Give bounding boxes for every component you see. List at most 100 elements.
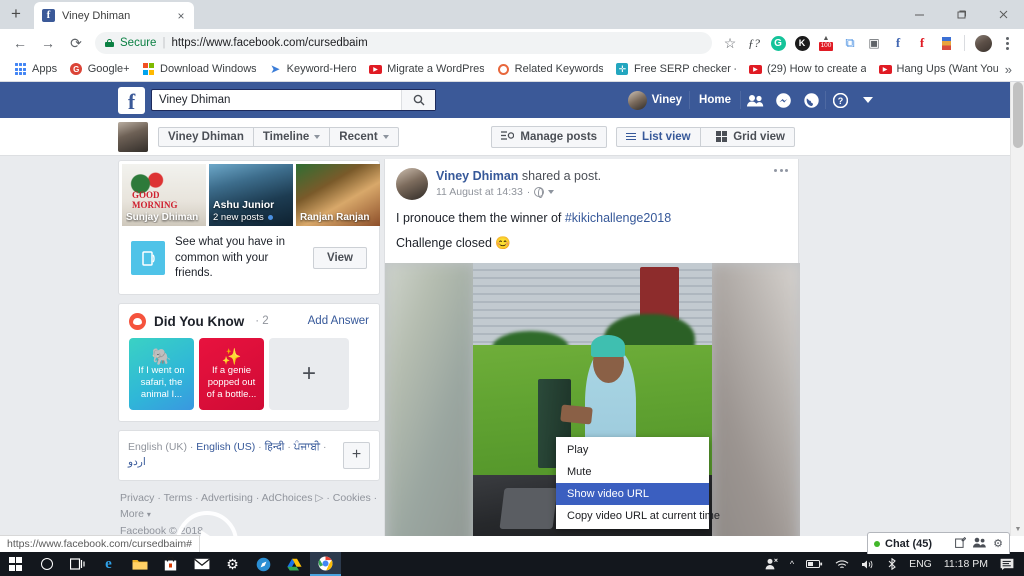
profile-avatar-icon[interactable] [972,32,994,54]
scrollbar-thumb[interactable] [1013,82,1023,148]
seo-counter-icon[interactable]: ▲ 100 [815,32,837,54]
language-hindi[interactable]: हिन्दी [265,441,285,453]
footer-privacy[interactable]: Privacy [120,492,154,504]
facebook-extension-icon[interactable]: f [911,32,933,54]
bookmark-migrate-wordpress[interactable]: ▶ Migrate a WordPres [363,61,490,78]
google-drive-icon[interactable] [279,552,310,576]
chrome-icon[interactable] [310,552,341,576]
friend-tile[interactable]: GOOD MORNING Sunjay Dhiman [122,164,206,226]
bookmark-apps[interactable]: Apps [8,61,63,78]
bookmark-download-windows[interactable]: Download Windows [136,61,262,78]
footer-advertising[interactable]: Advertising [201,492,253,504]
scroll-down-icon[interactable]: ▼ [1011,522,1024,536]
language-english-uk[interactable]: English (UK) [128,441,187,453]
notifications-icon[interactable] [797,88,825,112]
address-bar[interactable]: Secure | https://www.facebook.com/cursed… [95,32,712,54]
timeline-button[interactable]: Timeline [254,127,331,146]
grid-view-button[interactable]: Grid view [707,128,794,146]
colorzilla-icon[interactable] [935,32,957,54]
footer-more[interactable]: More [120,508,144,520]
forward-icon[interactable]: → [34,30,62,56]
bookmark-how-to-create[interactable]: ▶ (29) How to create a [743,61,872,78]
battery-icon[interactable] [800,552,829,576]
screenshot-icon[interactable]: ▣ [863,32,885,54]
topbar-profile-link[interactable]: Viney [621,90,689,110]
bookmark-star-icon[interactable]: ☆ [719,32,741,54]
avatar[interactable] [396,168,428,200]
manage-posts-button[interactable]: Manage posts [491,125,608,148]
post-options-icon[interactable] [774,169,788,172]
volume-icon[interactable] [855,552,881,576]
tray-overflow-icon[interactable]: ^ [784,552,800,576]
list-view-button[interactable]: List view [617,127,701,146]
new-message-icon[interactable] [955,535,967,553]
reload-icon[interactable]: ⟳ [62,30,90,56]
bluetooth-icon[interactable] [881,552,903,576]
footer-cookies[interactable]: Cookies [333,492,371,504]
friend-requests-icon[interactable] [741,88,769,112]
task-view-icon[interactable] [62,552,93,576]
context-menu-item-play[interactable]: Play [556,439,709,461]
back-icon[interactable]: ← [6,30,34,56]
kebab-menu-icon[interactable] [996,32,1018,54]
friend-list-icon[interactable] [973,535,986,553]
edge-icon[interactable]: e [93,552,124,576]
footer-adchoices[interactable]: AdChoices [262,492,313,504]
bookmark-google-plus[interactable]: G Google+ [64,61,135,78]
facebook-search-box[interactable] [151,89,436,111]
profile-name-button[interactable]: Viney Dhiman [159,127,254,146]
recent-button[interactable]: Recent [330,128,397,146]
facebook-pixel-icon[interactable]: f [887,32,909,54]
context-menu-item-copy-video-url[interactable]: Copy video URL at current time [556,505,720,527]
clock[interactable]: 11:18 PM [938,552,994,576]
help-icon[interactable]: ? [826,88,854,112]
add-language-button[interactable]: + [343,441,370,469]
context-menu-item-mute[interactable]: Mute [556,461,709,483]
file-explorer-icon[interactable] [124,552,155,576]
language-punjabi[interactable]: ਪੰਜਾਬੀ [294,441,320,453]
post-author[interactable]: Viney Dhiman [436,169,518,183]
add-did-you-know-button[interactable]: + [269,337,349,410]
kickstarter-icon[interactable]: K [791,32,813,54]
did-you-know-card-item[interactable]: ✨ If a genie popped out of a bottle... [199,337,264,410]
share-extension-icon[interactable]: ⧉ [839,32,861,54]
fontface-extension-icon[interactable]: ƒ? [743,32,765,54]
bookmarks-overflow-icon[interactable]: » [1005,62,1016,77]
footer-terms[interactable]: Terms [164,492,193,504]
did-you-know-card-item[interactable]: 🐘 If I went on safari, the animal I... [129,337,194,410]
avatar[interactable] [118,121,148,152]
bookmark-related-keywords[interactable]: Related Keywords [491,61,609,78]
account-menu-icon[interactable] [854,88,882,112]
people-icon[interactable] [759,552,784,576]
post-timestamp[interactable]: 11 August at 14:33 [436,186,523,198]
browser-tab[interactable]: f Viney Dhiman × [34,2,194,29]
close-icon[interactable]: × [174,9,188,23]
maximize-icon[interactable] [940,0,982,29]
post-hashtag-link[interactable]: #kikichallenge2018 [565,211,671,225]
bookmark-keyword-hero[interactable]: ➤ Keyword-Hero [263,61,363,78]
minimize-icon[interactable] [898,0,940,29]
add-answer-link[interactable]: Add Answer [308,315,369,327]
language-urdu[interactable]: اردو [128,456,146,468]
context-menu-item-show-video-url[interactable]: Show video URL [556,483,709,505]
language-english-us[interactable]: English (US) [196,441,255,453]
view-button[interactable]: View [313,247,367,270]
bookmark-hang-ups[interactable]: ▶ Hang Ups (Want You [873,61,1004,78]
language-indicator[interactable]: ENG [903,552,938,576]
facebook-logo-icon[interactable]: f [118,86,145,114]
search-icon[interactable] [401,90,435,110]
home-link[interactable]: Home [690,94,740,106]
bookmark-free-serp-checker[interactable]: ✛ Free SERP checker - [610,61,742,78]
new-tab-button[interactable]: + [2,0,30,28]
close-icon[interactable] [982,0,1024,29]
mail-icon[interactable] [186,552,217,576]
action-center-icon[interactable] [994,552,1020,576]
cortana-search-icon[interactable] [31,552,62,576]
start-button-icon[interactable] [0,552,31,576]
safari-icon[interactable] [248,552,279,576]
settings-icon[interactable]: ⚙ [217,552,248,576]
search-input[interactable] [152,90,401,110]
grammarly-icon[interactable]: G [767,32,789,54]
wifi-icon[interactable] [829,552,855,576]
messages-icon[interactable] [769,88,797,112]
